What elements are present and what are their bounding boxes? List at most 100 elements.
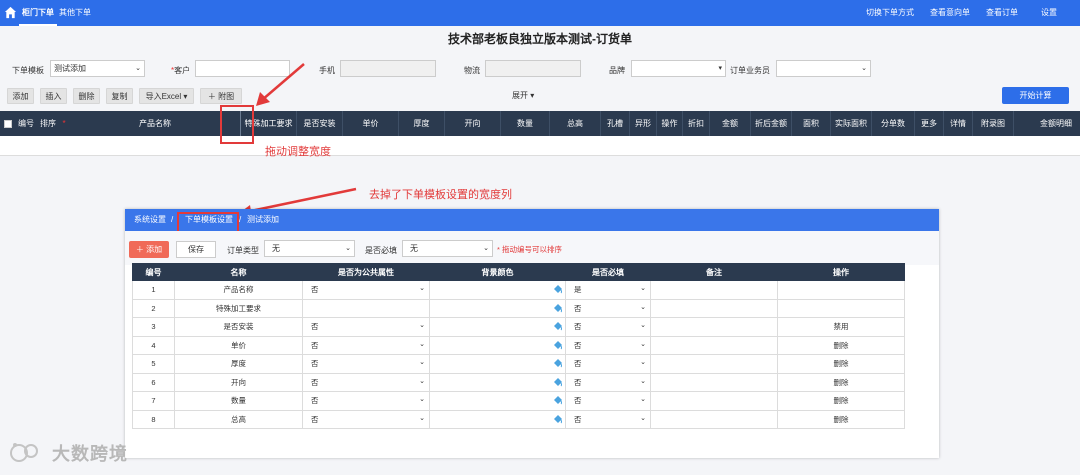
insert-button[interactable]: 插入: [40, 88, 67, 104]
note-cell[interactable]: [650, 372, 778, 392]
bg-color-cell[interactable]: [429, 372, 566, 392]
public-select[interactable]: 否 ⌄: [302, 354, 430, 374]
delete-button[interactable]: 删除: [73, 88, 100, 104]
start-calc-button[interactable]: 开始计算: [1002, 87, 1069, 104]
row-no[interactable]: 7: [132, 391, 175, 411]
public-select[interactable]: 否 ⌄: [302, 335, 430, 355]
table-row[interactable]: 7 数量否 ⌄ 否 ⌄ 删除: [132, 391, 905, 411]
row-no[interactable]: 4: [132, 335, 175, 355]
note-cell[interactable]: [650, 280, 778, 300]
paint-bucket-icon[interactable]: [553, 395, 563, 405]
paint-bucket-icon[interactable]: [553, 303, 563, 313]
bg-color-cell[interactable]: [429, 391, 566, 411]
chevron-down-icon: ⌄: [135, 65, 141, 72]
row-no[interactable]: 2: [132, 298, 175, 318]
required-select[interactable]: 是 ⌄: [565, 280, 651, 300]
public-select[interactable]: 否 ⌄: [302, 280, 430, 300]
col-attachment: 附录图: [981, 119, 1005, 128]
required-select[interactable]: 否 ⌄: [565, 317, 651, 337]
note-cell[interactable]: [650, 335, 778, 355]
note-cell[interactable]: [650, 317, 778, 337]
template-fields-table: 编号 名称 是否为公共属性 背景颜色 是否必填 备注 操作 1 产品名称否 ⌄ 是 ⌄ 2…: [132, 263, 905, 429]
order-type-select[interactable]: 无 ⌄: [264, 240, 355, 257]
required-select[interactable]: 否 ⌄: [565, 298, 651, 318]
settings-link[interactable]: 设置: [1041, 0, 1057, 26]
row-no[interactable]: 8: [132, 409, 175, 429]
public-cell: [302, 298, 430, 318]
tab-cabinet-order[interactable]: 柜门下单: [19, 0, 57, 26]
brand-select[interactable]: ▾: [631, 60, 726, 77]
th-bg-color: 背景颜色: [429, 263, 566, 281]
row-action-link[interactable]: 删除: [777, 372, 905, 392]
note-cell[interactable]: [650, 391, 778, 411]
row-action-link[interactable]: 删除: [777, 409, 905, 429]
bg-color-cell[interactable]: [429, 280, 566, 300]
table-row[interactable]: 4 单价否 ⌄ 否 ⌄ 删除: [132, 335, 905, 355]
note-cell[interactable]: [650, 298, 778, 318]
view-orders-link[interactable]: 查看订单: [986, 0, 1018, 26]
logistics-input[interactable]: [485, 60, 581, 77]
add-field-button[interactable]: ＋ 添加: [129, 241, 169, 258]
note-cell[interactable]: [650, 354, 778, 374]
template-select[interactable]: 测试添加 ⌄: [50, 60, 145, 77]
tab-other-order[interactable]: 其他下单: [56, 0, 94, 26]
public-select[interactable]: 否 ⌄: [302, 391, 430, 411]
expand-toggle[interactable]: 展开 ▾: [512, 90, 534, 101]
table-row[interactable]: 1 产品名称否 ⌄ 是 ⌄: [132, 280, 905, 300]
required-select[interactable]: 否 ⌄: [565, 372, 651, 392]
public-select[interactable]: 否 ⌄: [302, 372, 430, 392]
required-select[interactable]: 否 ⌄: [565, 409, 651, 429]
table-row[interactable]: 2 特殊加工要求否 ⌄: [132, 298, 905, 318]
table-row[interactable]: 5 厚度否 ⌄ 否 ⌄ 删除: [132, 354, 905, 374]
row-no[interactable]: 1: [132, 280, 175, 300]
col-discount: 折扣: [688, 119, 704, 128]
chevron-down-icon: ⌄: [483, 245, 489, 252]
table-row[interactable]: 3 是否安装否 ⌄ 否 ⌄ 禁用: [132, 317, 905, 337]
paint-bucket-icon[interactable]: [553, 284, 563, 294]
paint-bucket-icon[interactable]: [553, 414, 563, 424]
import-excel-button[interactable]: 导入Excel ▾: [139, 88, 194, 104]
bg-color-cell[interactable]: [429, 298, 566, 318]
table-row[interactable]: 6 开向否 ⌄ 否 ⌄ 删除: [132, 372, 905, 392]
table-row[interactable]: 8 总高否 ⌄ 否 ⌄ 删除: [132, 409, 905, 429]
paint-bucket-icon[interactable]: [553, 340, 563, 350]
row-no[interactable]: 3: [132, 317, 175, 337]
row-no[interactable]: 6: [132, 372, 175, 392]
attach-image-button[interactable]: ＋ 附图: [200, 88, 242, 104]
public-select[interactable]: 否 ⌄: [302, 409, 430, 429]
bg-color-cell[interactable]: [429, 317, 566, 337]
required-select[interactable]: 否 ⌄: [565, 335, 651, 355]
view-intent-orders-link[interactable]: 查看意向单: [930, 0, 970, 26]
save-button[interactable]: 保存: [176, 241, 216, 258]
row-no[interactable]: 5: [132, 354, 175, 374]
row-action-link[interactable]: 删除: [777, 335, 905, 355]
row-action-link[interactable]: [777, 280, 905, 300]
row-action-link[interactable]: 删除: [777, 354, 905, 374]
row-action-link[interactable]: 禁用: [777, 317, 905, 337]
required-value: 否: [574, 414, 582, 424]
bg-color-cell[interactable]: [429, 354, 566, 374]
salesman-select[interactable]: ⌄: [776, 60, 871, 77]
paint-bucket-icon[interactable]: [553, 321, 563, 331]
select-all-checkbox[interactable]: [4, 120, 12, 128]
breadcrumb-system-settings[interactable]: 系统设置: [134, 209, 166, 231]
row-action-link[interactable]: [777, 298, 905, 318]
home-icon[interactable]: [4, 6, 17, 19]
bg-color-cell[interactable]: [429, 409, 566, 429]
required-select[interactable]: 否 ⌄: [565, 354, 651, 374]
paint-bucket-icon[interactable]: [553, 358, 563, 368]
required-select[interactable]: 否 ⌄: [565, 391, 651, 411]
paint-bucket-icon[interactable]: [553, 377, 563, 387]
bg-color-cell[interactable]: [429, 335, 566, 355]
phone-input[interactable]: [340, 60, 436, 77]
required-filter-select[interactable]: 无 ⌄: [402, 240, 493, 257]
note-cell[interactable]: [650, 409, 778, 429]
copy-button[interactable]: 复制: [106, 88, 133, 104]
col-details: 详情: [950, 119, 966, 128]
row-action-link[interactable]: 删除: [777, 391, 905, 411]
add-button[interactable]: 添加: [7, 88, 34, 104]
public-select[interactable]: 否 ⌄: [302, 317, 430, 337]
col-product-name: 产品名称: [139, 119, 171, 128]
switch-order-mode-link[interactable]: 切换下单方式: [866, 0, 914, 26]
th-note: 备注: [650, 263, 778, 281]
